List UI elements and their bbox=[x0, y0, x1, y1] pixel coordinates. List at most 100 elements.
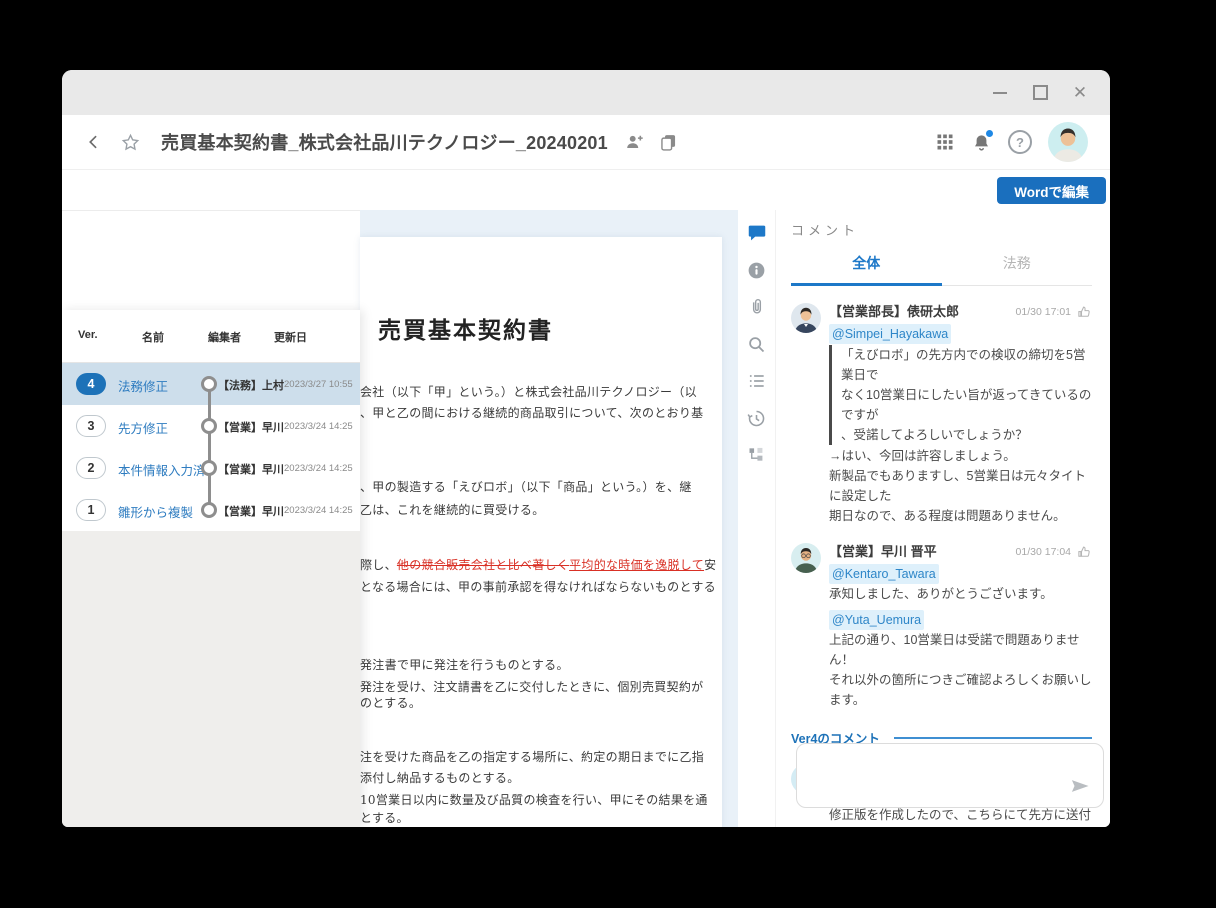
tracked-change-strikethrough: 他の競合販売会社と比べ著しく bbox=[397, 558, 569, 572]
contract-line: 発注書で甲に発注を行うものとする。 bbox=[360, 656, 569, 674]
comment-body-line: それ以外の箇所につきご確認よろしくお願いします。 bbox=[829, 670, 1092, 710]
version-badge: 1 bbox=[76, 499, 106, 521]
share-user-add-icon[interactable] bbox=[624, 131, 646, 153]
version-editor: 【営業】早川 bbox=[218, 503, 284, 519]
version-name-link[interactable]: 法務修正 bbox=[118, 376, 168, 395]
version-date: 2023/3/27 10:55 bbox=[284, 379, 353, 390]
apps-grid-icon[interactable] bbox=[935, 132, 955, 152]
edit-in-word-button[interactable]: Wordで編集 bbox=[997, 177, 1106, 204]
comment-timestamp: 01/30 17:04 bbox=[1016, 542, 1071, 562]
timeline-node bbox=[201, 502, 217, 518]
comment-body-line: →はい、今回は許容しましょう。 bbox=[829, 446, 1092, 466]
version-row-3[interactable]: 3 先方修正 【営業】早川 2023/3/24 14:25 bbox=[62, 405, 360, 447]
version-row-4[interactable]: 4 法務修正 【法務】上村 2023/3/27 10:55 bbox=[62, 363, 360, 405]
comments-panel-title: コメント bbox=[791, 220, 1092, 239]
contract-line: となる場合には、甲の事前承認を得なければならないものとする bbox=[360, 578, 716, 596]
comments-tabs: 全体 法務 bbox=[791, 245, 1092, 286]
mention-chip[interactable]: @Simpei_Hayakawa bbox=[829, 324, 951, 344]
contract-line: 添付し納品するものとする。 bbox=[360, 769, 520, 787]
mention-chip[interactable]: @Yuta_Uemura bbox=[829, 610, 924, 630]
column-date: 更新日 bbox=[274, 329, 307, 345]
version-date: 2023/3/24 14:25 bbox=[284, 505, 353, 516]
notification-dot bbox=[986, 130, 993, 137]
tracked-change-underline: 平均的な時価を逸脱して bbox=[569, 558, 704, 572]
comment-body-line: 承知しました、ありがとうございます。 bbox=[829, 584, 1092, 604]
column-name: 名前 bbox=[142, 329, 164, 345]
contract-line: 会社（以下「甲」という。）と株式会社品川テクノロジー（以 bbox=[360, 383, 697, 401]
help-icon[interactable]: ? bbox=[1008, 130, 1032, 154]
attachment-paperclip-icon[interactable] bbox=[746, 296, 768, 318]
column-ver: Ver. bbox=[78, 329, 98, 341]
thumbs-up-icon[interactable] bbox=[1077, 545, 1092, 560]
version-row-1[interactable]: 1 雛形から複製 【営業】早川 2023/3/24 14:25 bbox=[62, 489, 360, 531]
version-editor: 【営業】早川 bbox=[218, 461, 284, 477]
version-name-link[interactable]: 雛形から複製 bbox=[118, 502, 193, 521]
contract-line: 、甲の製造する「えびロボ」（以下「商品」という。）を、継 bbox=[360, 478, 692, 496]
thumbs-up-icon[interactable] bbox=[1077, 305, 1092, 320]
tab-all[interactable]: 全体 bbox=[791, 245, 942, 286]
version-row-2[interactable]: 2 本件情報入力済 【営業】早川 2023/3/24 14:25 bbox=[62, 447, 360, 489]
timeline-node bbox=[201, 418, 217, 434]
notifications-bell-icon[interactable] bbox=[971, 132, 992, 153]
comment-body-line: 上記の通り、10営業日は受諾で問題ありません！ bbox=[829, 630, 1092, 670]
contract-line: 10営業日以内に数量及び品質の検査を行い、甲にその結果を通 bbox=[360, 791, 708, 809]
version-editor: 【営業】早川 bbox=[218, 419, 284, 435]
send-comment-icon[interactable] bbox=[1069, 777, 1091, 800]
window-minimize-button[interactable] bbox=[992, 85, 1008, 101]
favorite-star-icon[interactable] bbox=[120, 132, 141, 153]
user-avatar[interactable] bbox=[1048, 122, 1088, 162]
search-icon[interactable] bbox=[746, 333, 768, 355]
comments-bubble-icon[interactable] bbox=[746, 222, 768, 244]
version-badge: 4 bbox=[76, 373, 106, 395]
version-badge: 2 bbox=[76, 457, 106, 479]
timeline-line bbox=[208, 384, 211, 510]
contract-line: とする。 bbox=[360, 809, 409, 827]
document-preview-area: 売買基本契約書 会社（以下「甲」という。）と株式会社品川テクノロジー（以 、甲と… bbox=[360, 210, 738, 827]
contract-line: 乙は、これを継続的に買受ける。 bbox=[360, 501, 545, 519]
comment-timestamp: 01/30 17:01 bbox=[1016, 302, 1071, 322]
timeline-node bbox=[201, 460, 217, 476]
comments-panel: コメント 全体 法務 【営業部長】俵研太郎 01/30 17:01 @Simpe… bbox=[775, 210, 1110, 827]
contract-line: 注を受けた商品を乙の指定する場所に、約定の期日までに乙指 bbox=[360, 748, 704, 766]
contract-line: 、甲と乙の間における継続的商品取引について、次のとおり基 bbox=[360, 404, 703, 422]
tab-legal[interactable]: 法務 bbox=[942, 245, 1093, 286]
comment-body-line: 修正版を作成したので、こちらにて先方に送付ください！ bbox=[829, 805, 1092, 827]
version-editor: 【法務】上村 bbox=[218, 377, 284, 393]
window-maximize-button[interactable] bbox=[1032, 85, 1048, 101]
contract-line-redline: 際し、他の競合販売会社と比べ著しく平均的な時価を逸脱して安 bbox=[360, 556, 716, 574]
version-badge: 3 bbox=[76, 415, 106, 437]
mention-chip[interactable]: @Kentaro_Tawara bbox=[829, 564, 939, 584]
app-window: ✕ 売買基本契約書_株式会社品川テクノロジー_20240201 bbox=[62, 70, 1110, 827]
list-icon[interactable] bbox=[746, 370, 768, 392]
commenter-name: 【営業部長】俵研太郎 bbox=[829, 302, 1016, 322]
workflow-sitemap-icon[interactable] bbox=[746, 444, 768, 466]
side-tool-strip bbox=[738, 210, 775, 827]
back-icon[interactable] bbox=[84, 132, 104, 152]
version-name-link[interactable]: 本件情報入力済 bbox=[118, 460, 206, 479]
info-icon[interactable] bbox=[746, 259, 768, 281]
contract-line: のとする。 bbox=[360, 694, 421, 712]
contract-title: 売買基本契約書 bbox=[378, 311, 553, 345]
comment-body-line: 新製品でもありますし、5営業日は元々タイトに設定した bbox=[829, 466, 1092, 506]
version-date: 2023/3/24 14:25 bbox=[284, 463, 353, 474]
comment-input[interactable] bbox=[796, 743, 1104, 808]
main-content: 売買基本契約書 会社（以下「甲」という。）と株式会社品川テクノロジー（以 、甲と… bbox=[62, 210, 1110, 827]
comment-item: 【営業部長】俵研太郎 01/30 17:01 @Simpei_Hayakawa … bbox=[791, 302, 1092, 526]
quoted-text: 「えびロボ」の先方内での検収の締切を5営業日で なく10営業日にしたい旨が返って… bbox=[829, 345, 1092, 445]
document-page: 売買基本契約書 会社（以下「甲」という。）と株式会社品川テクノロジー（以 、甲と… bbox=[360, 237, 722, 827]
app-header: 売買基本契約書_株式会社品川テクノロジー_20240201 ? bbox=[62, 115, 1110, 170]
commenter-name: 【営業】早川 晋平 bbox=[829, 542, 1016, 562]
history-icon[interactable] bbox=[746, 407, 768, 429]
window-titlebar: ✕ bbox=[62, 70, 1110, 115]
version-history-panel: Ver. 名前 編集者 更新日 4 法務修正 【法務】上村 2023/3/27 … bbox=[62, 310, 360, 827]
version-table-header: Ver. 名前 編集者 更新日 bbox=[62, 310, 360, 363]
version-date: 2023/3/24 14:25 bbox=[284, 421, 353, 432]
toolbar-band: Wordで編集 bbox=[62, 170, 1110, 211]
comment-item: 【営業】早川 晋平 01/30 17:04 @Kentaro_Tawara 承知… bbox=[791, 542, 1092, 710]
window-close-button[interactable]: ✕ bbox=[1072, 85, 1088, 101]
column-editor: 編集者 bbox=[208, 329, 241, 345]
commenter-avatar bbox=[791, 303, 821, 333]
version-name-link[interactable]: 先方修正 bbox=[118, 418, 168, 437]
copy-document-icon[interactable] bbox=[658, 132, 679, 153]
commenter-avatar bbox=[791, 543, 821, 573]
